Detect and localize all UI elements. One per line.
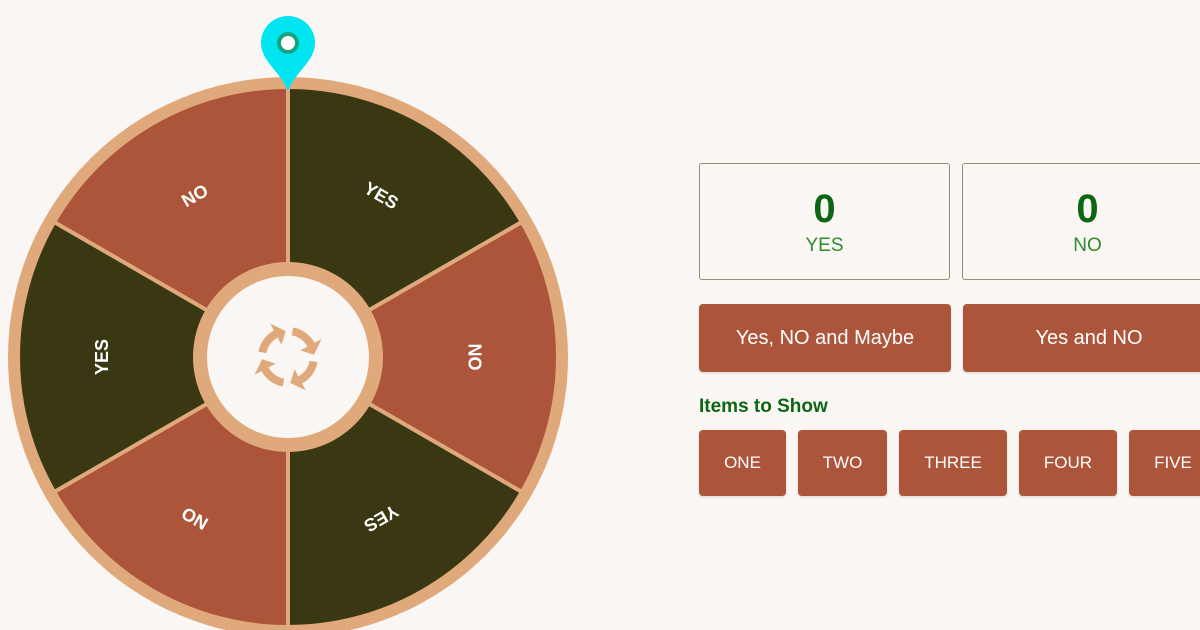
counters: 0 YES 0 NO — [699, 163, 1200, 280]
items-four-button[interactable]: FOUR — [1019, 430, 1117, 496]
counter-no-label: NO — [1073, 234, 1102, 256]
mode-buttons: Yes, NO and Maybe Yes and NO — [699, 304, 1200, 372]
counter-yes-label: YES — [805, 234, 844, 256]
spin-wheel[interactable]: YES NO YES NO YES NO — [0, 0, 600, 630]
items-five-button[interactable]: FIVE — [1129, 430, 1200, 496]
items-three-button[interactable]: THREE — [899, 430, 1007, 496]
counter-yes: 0 YES — [699, 163, 950, 280]
wheel-graphic[interactable]: YESNOYESNOYESNO — [0, 0, 600, 630]
wheel-segment-label: NO — [464, 344, 484, 371]
spin-button[interactable] — [207, 276, 369, 438]
items-one-button[interactable]: ONE — [699, 430, 786, 496]
mode-yes-no-maybe-button[interactable]: Yes, NO and Maybe — [699, 304, 951, 372]
counter-no: 0 NO — [962, 163, 1200, 280]
counter-no-value: 0 — [1076, 186, 1099, 231]
item-count-buttons: ONE TWO THREE FOUR FIVE — [699, 430, 1200, 496]
control-panel: 0 YES 0 NO Yes, NO and Maybe Yes and NO … — [699, 163, 1200, 496]
mode-yes-no-button[interactable]: Yes and NO — [963, 304, 1200, 372]
items-two-button[interactable]: TWO — [798, 430, 887, 496]
items-to-show-heading: Items to Show — [699, 396, 828, 417]
wheel-segment-label: YES — [92, 339, 112, 375]
counter-yes-value: 0 — [813, 186, 836, 231]
